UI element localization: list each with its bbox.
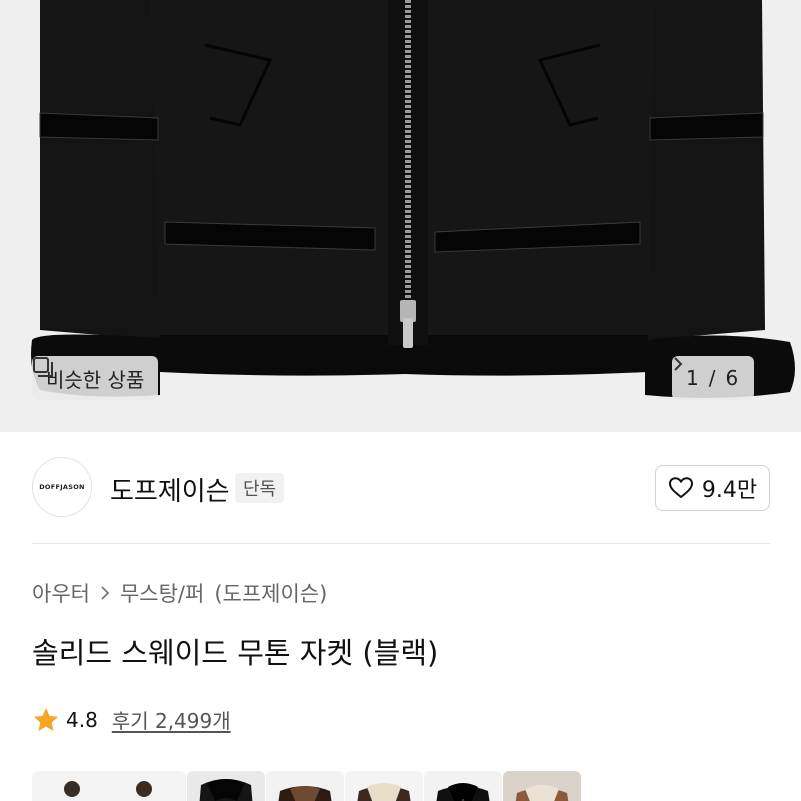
thumbnail-black-jacket[interactable] <box>424 771 502 801</box>
thumbnail-beige-jacket[interactable] <box>345 771 423 801</box>
star-icon <box>34 707 58 731</box>
brand-row: DOFFJASON 도프제이슨 단독 9.4만 <box>0 433 801 543</box>
image-counter-separator: / <box>708 366 716 390</box>
thumbnail-brown-jacket[interactable] <box>266 771 344 801</box>
brand-logo-text: DOFFJASON <box>39 483 85 491</box>
product-image[interactable]: 비슷한 상품 1 / 6 <box>0 0 801 432</box>
breadcrumb-item-mustang[interactable]: 무스탕/퍼 <box>120 578 204 608</box>
review-count-link[interactable]: 후기 2,499개 <box>112 705 231 734</box>
breadcrumb: 아우터 무스탕/퍼 (도프제이슨) <box>32 578 327 608</box>
thumbnail-camel-jacket[interactable] <box>503 771 581 801</box>
rating-score: 4.8 <box>66 707 98 732</box>
chevron-right-icon[interactable] <box>672 356 684 372</box>
breadcrumb-item-brand[interactable]: (도프제이슨) <box>214 578 327 608</box>
breadcrumb-item-outer[interactable]: 아우터 <box>32 578 90 608</box>
similar-items-button[interactable]: 비슷한 상품 <box>32 356 159 400</box>
heart-outline-icon <box>668 477 693 499</box>
exclusive-badge: 단독 <box>235 473 285 503</box>
chevron-right-icon <box>101 586 110 600</box>
divider <box>32 543 770 544</box>
like-count: 9.4만 <box>701 478 758 503</box>
brand-logo[interactable]: DOFFJASON <box>32 457 92 517</box>
thumbnail-models[interactable] <box>32 771 186 801</box>
rating-row: 4.8 후기 2,499개 <box>32 705 231 734</box>
similar-items-icon <box>33 357 53 377</box>
thumbnail-black-fur-collar[interactable] <box>187 771 265 801</box>
image-counter-current: 1 <box>686 366 699 390</box>
product-title: 솔리드 스웨이드 무톤 자켓 (블랙) <box>32 636 439 670</box>
brand-name[interactable]: 도프제이슨 <box>110 471 230 508</box>
similar-items-label: 비슷한 상품 <box>46 367 145 392</box>
image-counter[interactable]: 1 / 6 <box>672 356 755 400</box>
image-counter-total: 6 <box>725 366 739 390</box>
thumbnail-strip <box>32 771 581 801</box>
like-button[interactable]: 9.4만 <box>655 465 770 511</box>
